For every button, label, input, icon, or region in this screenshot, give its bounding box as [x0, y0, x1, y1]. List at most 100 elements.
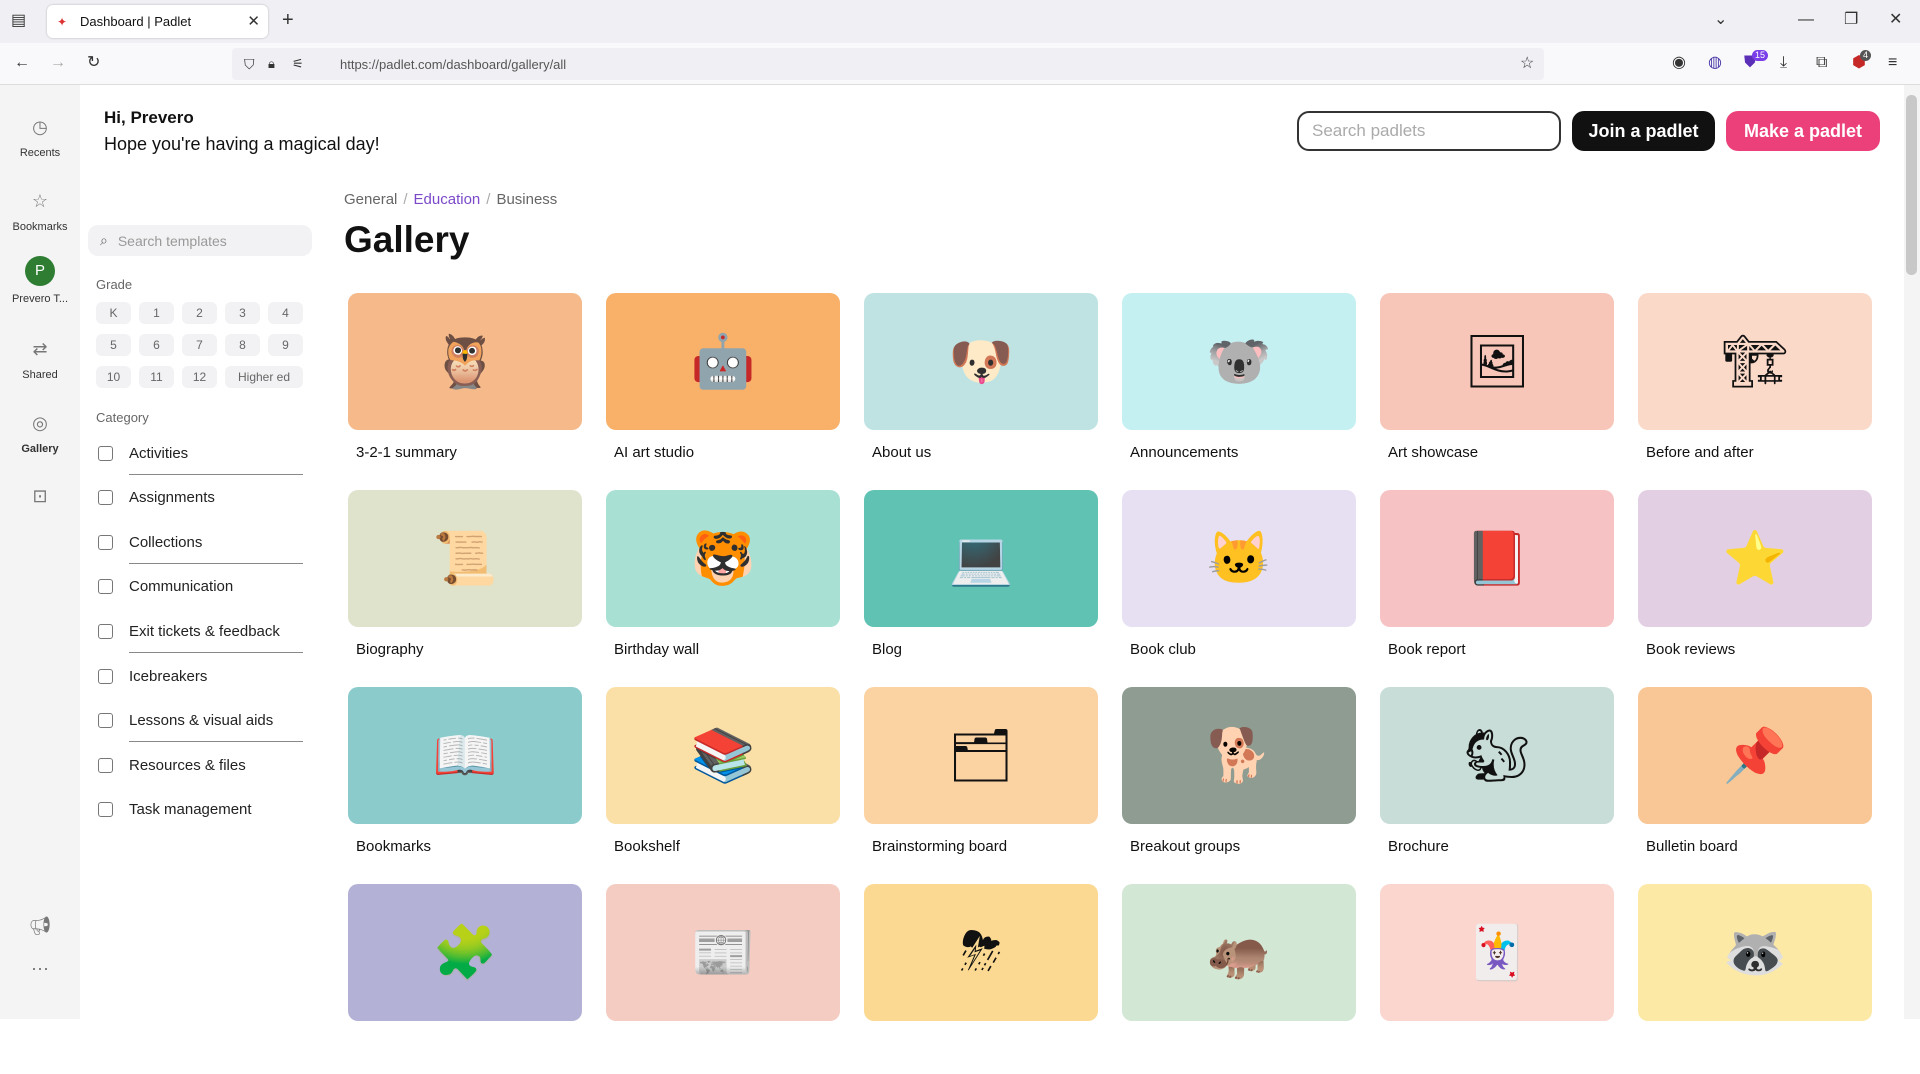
checkbox[interactable] — [98, 445, 113, 461]
template-card[interactable]: 🏗 Before and after — [1638, 293, 1872, 483]
restore-icon[interactable]: ❐ — [1844, 12, 1858, 28]
template-card[interactable]: 🤖 AI art studio — [606, 293, 840, 483]
category-checkbox-row[interactable]: Lessons & visual aids — [98, 710, 273, 732]
template-thumbnail[interactable]: 📚 — [606, 687, 840, 824]
crumb-education[interactable]: Education — [414, 191, 481, 208]
template-card[interactable]: 📕 Book report — [1380, 490, 1614, 680]
category-checkbox-row[interactable]: Collections — [98, 531, 202, 553]
template-thumbnail[interactable]: 📌 — [1638, 687, 1872, 824]
category-checkbox-row[interactable]: Communication — [98, 576, 233, 598]
grade-chip[interactable]: 3 — [225, 302, 260, 324]
template-thumbnail[interactable]: 🃏 — [1380, 884, 1614, 1021]
category-checkbox-row[interactable]: Assignments — [98, 487, 215, 509]
browser-tab[interactable]: ✦ Dashboard | Padlet ✕ — [47, 5, 268, 38]
extensions-puzzle-icon[interactable]: ⧉ — [1816, 55, 1827, 71]
checkbox[interactable] — [98, 579, 113, 595]
grade-chip[interactable]: 12 — [182, 366, 217, 388]
crumb-business[interactable]: Business — [496, 191, 557, 208]
category-checkbox-row[interactable]: Resources & files — [98, 754, 246, 776]
grade-chip[interactable]: 11 — [139, 366, 174, 388]
grade-chip[interactable]: 10 — [96, 366, 131, 388]
template-thumbnail[interactable]: 🧩 — [348, 884, 582, 1021]
checkbox[interactable] — [98, 534, 113, 550]
template-thumbnail[interactable]: 🦉 — [348, 293, 582, 430]
grade-chip[interactable]: 2 — [182, 302, 217, 324]
template-thumbnail[interactable]: ⛈ — [864, 884, 1098, 1021]
template-thumbnail[interactable]: 🐕 — [1122, 687, 1356, 824]
grade-chip[interactable]: K — [96, 302, 131, 324]
rail-shared[interactable]: ⇄ Shared — [0, 336, 80, 381]
template-thumbnail[interactable]: 🤖 — [606, 293, 840, 430]
template-card[interactable]: 🐶 About us — [864, 293, 1098, 483]
template-card[interactable]: 📰 — [606, 884, 840, 1074]
template-card[interactable]: ⛈ — [864, 884, 1098, 1074]
category-checkbox-row[interactable]: Exit tickets & feedback — [98, 620, 280, 642]
template-thumbnail[interactable]: 🗂 — [864, 687, 1098, 824]
template-thumbnail[interactable]: 📰 — [606, 884, 840, 1021]
make-padlet-button[interactable]: Make a padlet — [1726, 111, 1880, 151]
template-thumbnail[interactable]: 🐶 — [864, 293, 1098, 430]
template-card[interactable]: 🧩 — [348, 884, 582, 1074]
template-thumbnail[interactable]: 🖼 — [1380, 293, 1614, 430]
template-card[interactable]: 🖼 Art showcase — [1380, 293, 1614, 483]
template-card[interactable]: 💻 Blog — [864, 490, 1098, 680]
crumb-general[interactable]: General — [344, 191, 397, 208]
category-checkbox-row[interactable]: Icebreakers — [98, 665, 207, 687]
template-card[interactable]: 🐨 Announcements — [1122, 293, 1356, 483]
template-card[interactable]: 📌 Bulletin board — [1638, 687, 1872, 877]
template-card[interactable]: 🦉 3-2-1 summary — [348, 293, 582, 483]
checkbox[interactable] — [98, 623, 113, 639]
template-card[interactable]: 📚 Bookshelf — [606, 687, 840, 877]
template-thumbnail[interactable]: 🦛 — [1122, 884, 1356, 1021]
close-tab-icon[interactable]: ✕ — [247, 12, 260, 30]
template-thumbnail[interactable]: 🐱 — [1122, 490, 1356, 627]
address-bar[interactable]: ⛉ 🔒︎ ⚟ https://padlet.com/dashboard/gall… — [232, 48, 1544, 80]
category-checkbox-row[interactable]: Task management — [98, 799, 252, 821]
template-search-input[interactable] — [117, 232, 288, 249]
template-thumbnail[interactable]: ⭐ — [1638, 490, 1872, 627]
template-thumbnail[interactable]: 🦝 — [1638, 884, 1872, 1021]
rail-recents[interactable]: ◷ Recents — [0, 114, 80, 159]
downloads-icon[interactable]: ⤓ — [1780, 55, 1787, 71]
template-thumbnail[interactable]: 📖 — [348, 687, 582, 824]
grade-chip[interactable]: 6 — [139, 334, 174, 356]
new-tab-icon[interactable]: + — [282, 10, 294, 30]
template-thumbnail[interactable]: 💻 — [864, 490, 1098, 627]
chevron-down-icon[interactable]: ⌄ — [1714, 12, 1727, 28]
checkbox[interactable] — [98, 490, 113, 506]
search-padlets-input[interactable] — [1297, 111, 1561, 151]
grade-chip[interactable]: 4 — [268, 302, 303, 324]
scrollbar-thumb[interactable] — [1906, 95, 1917, 275]
grade-chip[interactable]: Higher ed — [225, 366, 303, 388]
close-window-icon[interactable]: ✕ — [1889, 12, 1902, 28]
rail-trash[interactable]: ⊡ — [0, 483, 80, 516]
rail-account[interactable]: P Prevero T... — [0, 256, 80, 305]
template-thumbnail[interactable]: 🐨 — [1122, 293, 1356, 430]
rail-gallery[interactable]: ◎ Gallery — [0, 410, 80, 455]
checkbox[interactable] — [98, 713, 113, 729]
template-card[interactable]: 🐿 Brochure — [1380, 687, 1614, 877]
template-card[interactable]: 📜 Biography — [348, 490, 582, 680]
grade-chip[interactable]: 9 — [268, 334, 303, 356]
template-card[interactable]: 🦛 — [1122, 884, 1356, 1074]
template-thumbnail[interactable]: 🏗 — [1638, 293, 1872, 430]
grade-chip[interactable]: 8 — [225, 334, 260, 356]
template-thumbnail[interactable]: 📕 — [1380, 490, 1614, 627]
template-thumbnail[interactable]: 📜 — [348, 490, 582, 627]
template-card[interactable]: 🃏 — [1380, 884, 1614, 1074]
rail-more[interactable]: ⋯ — [0, 956, 80, 989]
grade-chip[interactable]: 7 — [182, 334, 217, 356]
account-icon[interactable]: ◉ — [1672, 55, 1686, 71]
template-card[interactable]: ⭐ Book reviews — [1638, 490, 1872, 680]
bookmark-star-icon[interactable]: ☆ — [1520, 56, 1534, 72]
grade-chip[interactable]: 5 — [96, 334, 131, 356]
template-card[interactable]: 📖 Bookmarks — [348, 687, 582, 877]
template-card[interactable]: 🦝 — [1638, 884, 1872, 1074]
category-checkbox-row[interactable]: Activities — [98, 442, 188, 464]
checkbox[interactable] — [98, 802, 113, 818]
template-card[interactable]: 🐱 Book club — [1122, 490, 1356, 680]
join-padlet-button[interactable]: Join a padlet — [1572, 111, 1715, 151]
template-thumbnail[interactable]: 🐯 — [606, 490, 840, 627]
reload-icon[interactable]: ↻ — [87, 55, 100, 71]
rail-bookmarks[interactable]: ☆ Bookmarks — [0, 188, 80, 233]
